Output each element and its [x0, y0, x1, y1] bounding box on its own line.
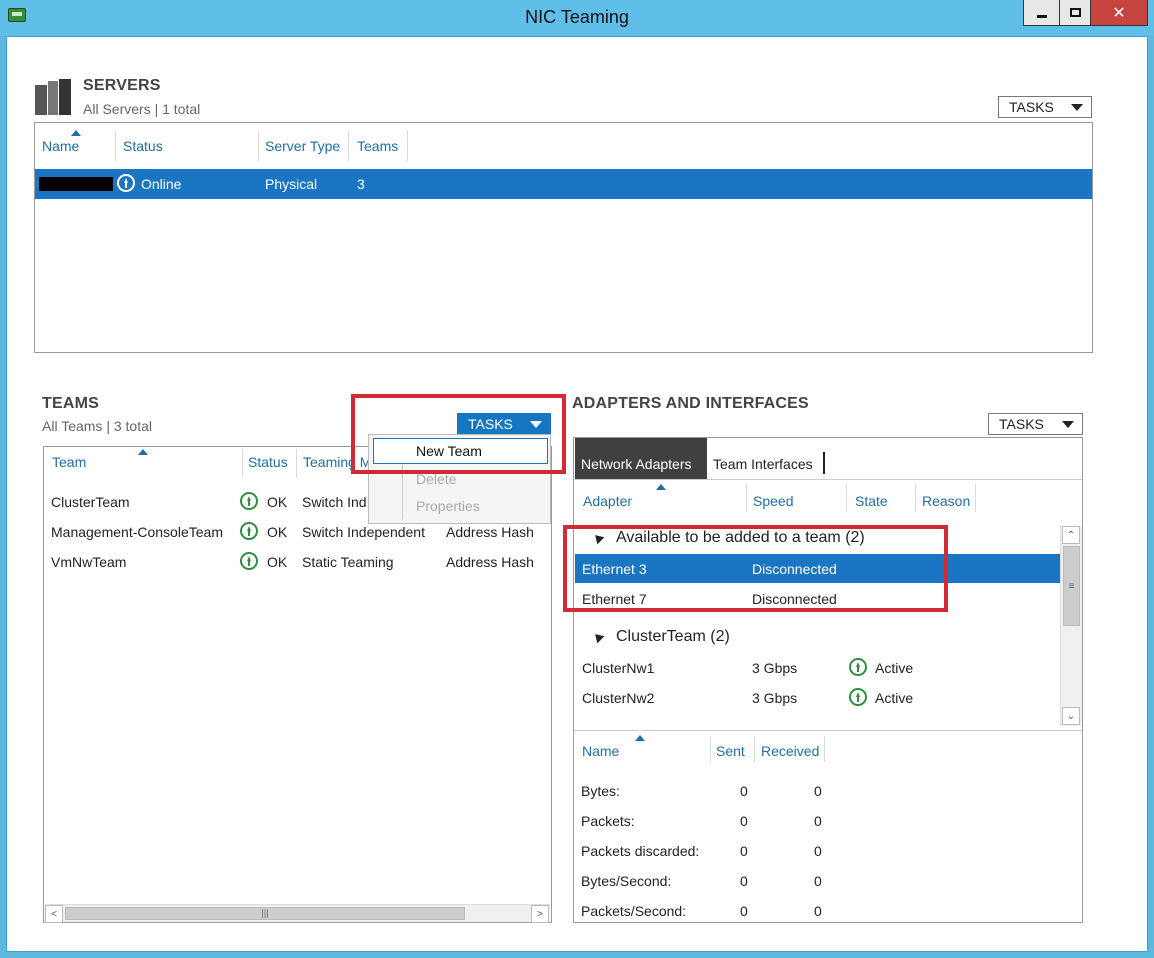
status-up-icon	[240, 552, 258, 570]
scroll-thumb[interactable]: ≡	[1063, 546, 1080, 626]
server-teams: 3	[357, 176, 365, 192]
col-header-received[interactable]: Received	[761, 743, 819, 759]
col-header-stat-name[interactable]: Name	[582, 743, 619, 759]
menu-item-delete[interactable]: Delete	[416, 471, 456, 487]
adapters-title: ADAPTERS AND INTERFACES	[572, 395, 809, 412]
scroll-thumb[interactable]: |||	[65, 907, 465, 920]
minimize-button[interactable]	[1023, 0, 1060, 26]
client-area: SERVERS All Servers | 1 total TASKS Name…	[6, 36, 1148, 952]
minimize-icon	[1036, 15, 1047, 18]
servers-tasks-button[interactable]: TASKS	[998, 96, 1092, 118]
close-button[interactable]: ✕	[1090, 0, 1148, 26]
col-header-team-status[interactable]: Status	[248, 454, 288, 470]
tab-network-adapters[interactable]: Network Adapters	[575, 438, 707, 479]
server-type: Physical	[265, 176, 318, 192]
teams-hscrollbar[interactable]: < ||| >	[45, 904, 550, 923]
col-header-teaming-mode[interactable]: Teaming M	[303, 454, 371, 470]
scroll-right-icon[interactable]: >	[531, 905, 549, 923]
redacted-server-name	[39, 177, 113, 191]
status-up-icon	[117, 174, 135, 192]
adapters-vscrollbar[interactable]: ⌃ ≡ ⌄	[1060, 526, 1082, 726]
sort-up-icon	[635, 735, 645, 741]
status-up-icon	[240, 522, 258, 540]
scroll-down-icon[interactable]: ⌄	[1062, 707, 1080, 725]
sort-up-icon	[71, 130, 81, 136]
teams-tasks-button[interactable]: TASKS	[457, 413, 551, 435]
close-icon: ✕	[1112, 4, 1126, 22]
expand-triangle-icon	[591, 531, 605, 545]
servers-icon	[35, 79, 71, 115]
title-bar: NIC Teaming ✕	[0, 0, 1154, 36]
status-up-icon	[849, 688, 867, 706]
adapters-panel: Network Adapters Team Interfaces Adapter…	[573, 437, 1083, 923]
col-header-team[interactable]: Team	[52, 454, 86, 470]
adapter-row[interactable]: Ethernet 3 Disconnected	[575, 554, 1060, 583]
col-header-status[interactable]: Status	[123, 138, 163, 154]
dropdown-caret-icon	[1071, 104, 1083, 111]
col-header-state[interactable]: State	[855, 493, 888, 509]
maximize-icon	[1069, 8, 1081, 17]
col-header-adapter[interactable]: Adapter	[583, 493, 632, 509]
col-header-speed[interactable]: Speed	[753, 493, 793, 509]
sort-up-icon	[656, 484, 666, 490]
col-header-teams[interactable]: Teams	[357, 138, 398, 154]
menu-item-new-team[interactable]: New Team	[373, 438, 548, 464]
dropdown-caret-icon	[530, 421, 542, 428]
scroll-left-icon[interactable]: <	[45, 905, 63, 923]
maximize-button[interactable]	[1059, 0, 1091, 26]
servers-subtitle: All Servers | 1 total	[83, 101, 201, 117]
dropdown-caret-icon	[1062, 421, 1074, 428]
teams-title: TEAMS	[42, 395, 99, 412]
window-title: NIC Teaming	[525, 7, 629, 27]
col-header-server-type[interactable]: Server Type	[265, 138, 340, 154]
sort-up-icon	[138, 449, 148, 455]
tab-team-interfaces[interactable]: Team Interfaces	[707, 438, 825, 479]
teams-tasks-menu: New Team Delete Properties	[368, 434, 551, 524]
server-status: Online	[141, 176, 182, 192]
status-up-icon	[849, 658, 867, 676]
expand-triangle-icon	[591, 630, 605, 644]
col-header-reason[interactable]: Reason	[922, 493, 970, 509]
status-up-icon	[240, 492, 258, 510]
col-header-name[interactable]: Name	[42, 138, 79, 154]
servers-title: SERVERS	[83, 77, 161, 94]
server-row[interactable]: Online Physical 3	[35, 169, 1092, 199]
adapters-tasks-button[interactable]: TASKS	[988, 413, 1083, 435]
servers-panel: Name Status Server Type Teams Online Phy…	[34, 122, 1093, 353]
teams-subtitle: All Teams | 3 total	[42, 418, 152, 434]
col-header-sent[interactable]: Sent	[716, 743, 745, 759]
scroll-up-icon[interactable]: ⌃	[1062, 526, 1080, 544]
menu-item-properties[interactable]: Properties	[416, 498, 480, 514]
